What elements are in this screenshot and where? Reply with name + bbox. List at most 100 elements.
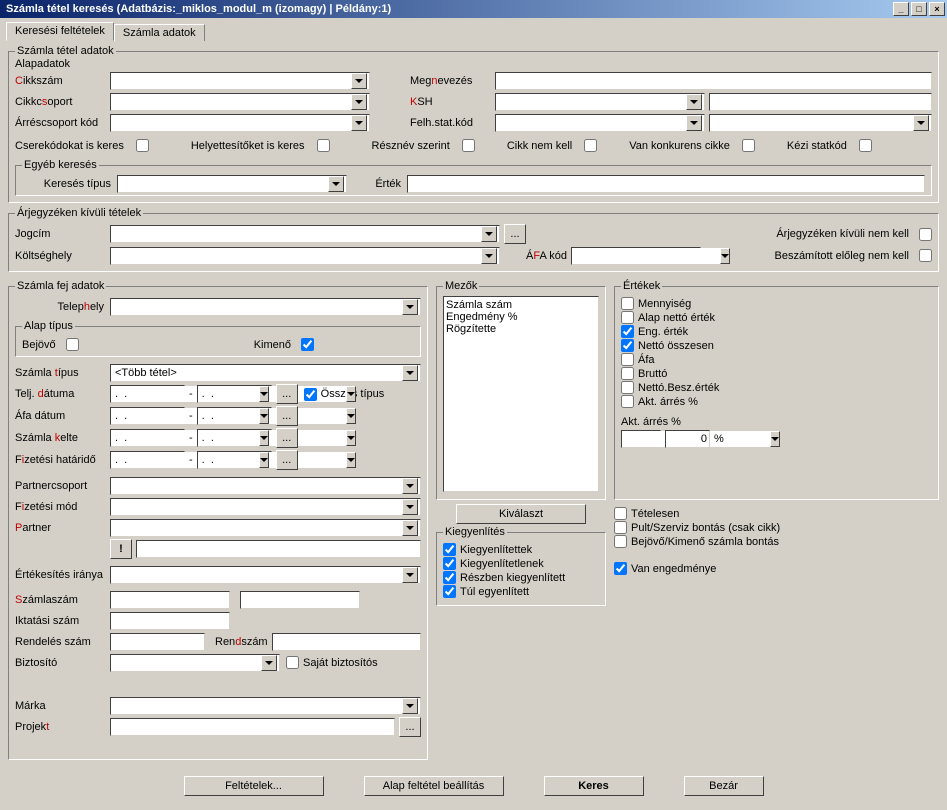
input-iktatasi[interactable] [110,612,230,630]
input-ertek[interactable] [407,175,925,193]
check-vankonk[interactable] [742,139,755,152]
list-item[interactable]: Számla szám [446,299,596,311]
label-ertek: Érték [347,178,407,190]
footer-buttons: Feltételek... Alap feltétel beállítás Ke… [8,770,939,802]
button-alap-feltetel[interactable]: Alap feltétel beállítás [364,776,504,796]
input-cikkszam[interactable] [110,72,370,90]
input-partner[interactable] [110,519,421,537]
check-helyett[interactable] [317,139,330,152]
check-akt-arres[interactable] [621,395,634,408]
check-afa[interactable] [621,353,634,366]
check-kezistat[interactable] [859,139,872,152]
label-telj-datuma: Telj. dátuma [15,388,110,400]
check-brutto[interactable] [621,367,634,380]
check-kiegy3[interactable] [443,571,456,584]
check-cserek[interactable] [136,139,149,152]
check-alap-netto[interactable] [621,311,634,324]
check-sajat-bizt[interactable] [286,656,299,669]
label-akt-arres2: Akt. árrés % [621,416,932,428]
input-koltseghely[interactable] [110,247,500,265]
check-netto-ossz[interactable] [621,339,634,352]
input-szamlaszam-to[interactable] [240,591,360,609]
label-vankonk: Van konkurens cikke [629,140,730,152]
input-felh[interactable] [495,114,705,132]
input-rendeles[interactable] [110,633,205,651]
listbox-mezok[interactable]: Számla szám Engedmény % Rögzítette [443,296,599,492]
check-tetelesen[interactable] [614,507,627,520]
input-arres-op[interactable] [621,430,661,448]
label-telephely: Telephely [15,301,110,313]
button-jogcim-browse[interactable]: ... [504,224,526,244]
list-item[interactable]: Engedmény % [446,311,596,323]
check-bejo-kimen[interactable] [614,535,627,548]
input-kelte-from[interactable] [110,429,185,447]
input-projekt[interactable] [110,718,395,736]
check-bejovo[interactable] [66,338,79,351]
button-bezar[interactable]: Bezár [684,776,764,796]
button-telj-browse[interactable]: ... [276,384,298,404]
title-bar: Számla tétel keresés (Adatbázis:_miklos_… [0,0,947,18]
button-afa-browse[interactable]: ... [276,406,298,426]
input-partner-text[interactable] [136,540,421,558]
tab-keresesi-feltetelek[interactable]: Keresési feltételek [6,22,114,41]
input-ksh-text[interactable] [709,93,932,111]
label-helyett: Helyettesítőket is keres [191,140,305,152]
input-biztosito[interactable] [110,654,280,672]
button-keres[interactable]: Keres [544,776,644,796]
check-reszn[interactable] [462,139,475,152]
input-telj-from[interactable] [110,385,185,403]
check-kiegy2[interactable] [443,557,456,570]
label-szamla-tipus: Számla típus [15,367,110,379]
check-pult-szerviz[interactable] [614,521,627,534]
input-felh2[interactable] [709,114,932,132]
button-feltetelek[interactable]: Feltételek... [184,776,324,796]
input-rendszam[interactable] [272,633,421,651]
check-kiegy4[interactable] [443,585,456,598]
check-besz-eloleg[interactable] [919,249,932,262]
label-fiz-hatarido: Fizetési határidő [15,454,110,466]
check-van-enged[interactable] [614,562,627,575]
input-fizh-from[interactable] [110,451,185,469]
input-afakod[interactable] [571,247,701,265]
button-kivalaszt[interactable]: Kiválaszt [456,504,586,524]
button-fizh-browse[interactable]: ... [276,450,298,470]
button-projekt-browse[interactable]: ... [399,717,421,737]
check-cikknem[interactable] [584,139,597,152]
tab-szamla-adatok[interactable]: Számla adatok [114,24,205,41]
input-cikkcsoport[interactable] [110,93,370,111]
input-afa-from[interactable] [110,407,185,425]
input-szamla-tipus[interactable] [110,364,421,382]
check-mennyiseg[interactable] [621,297,634,310]
input-ert-iranya[interactable] [110,566,421,584]
input-telephely[interactable] [110,298,421,316]
button-partner-info[interactable]: ! [110,539,132,559]
input-jogcim[interactable] [110,225,500,243]
list-item[interactable]: Rögzítette [446,323,596,335]
check-kimeno[interactable] [301,338,314,351]
check-osszes-tipus[interactable] [304,388,317,401]
input-arres-val[interactable] [665,430,710,448]
input-keres-tipus[interactable] [117,175,347,193]
input-fizmod[interactable] [110,498,421,516]
label-rendszam: Rendszám [215,636,268,648]
check-arjk-nemkell[interactable] [919,228,932,241]
input-szamlaszam-from[interactable] [110,591,230,609]
group-mezok: Mezők Számla szám Engedmény % Rögzítette [436,280,606,500]
input-megnevezes[interactable] [495,72,932,90]
label-szamlaszam: Számlaszám [15,594,110,606]
check-kiegy1[interactable] [443,543,456,556]
input-partnercsoport[interactable] [110,477,421,495]
label-fizmod: Fizetési mód [15,501,110,513]
button-kelte-browse[interactable]: ... [276,428,298,448]
maximize-button[interactable]: □ [911,2,927,16]
group-egyeb-kereses: Egyéb keresés Keresés típus Érték [15,159,932,196]
close-button[interactable]: × [929,2,945,16]
input-marka[interactable] [110,697,421,715]
input-arrescs[interactable] [110,114,370,132]
check-netto-besz[interactable] [621,381,634,394]
group-szamla-tetel-adatok: Számla tétel adatok Alapadatok Cikkszám … [8,45,939,203]
minimize-button[interactable]: _ [893,2,909,16]
label-cikkszam: Cikkszám [15,75,110,87]
check-eng-ertek[interactable] [621,325,634,338]
input-ksh[interactable] [495,93,705,111]
